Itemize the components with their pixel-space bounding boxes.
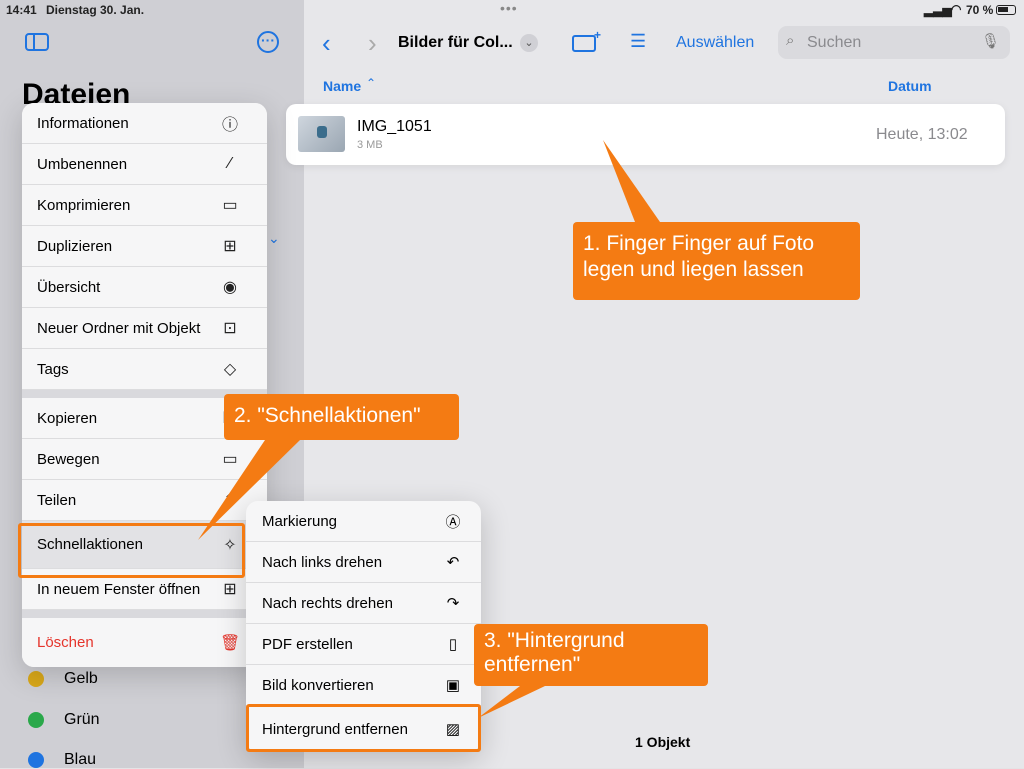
callout-step1: 1. Finger Finger auf Foto legen und lieg… [573,222,860,300]
highlight-hintergrund-entfernen [246,704,481,752]
highlight-schnellaktionen [18,523,245,578]
callout-step3: 3. "Hintergrund entfernen" [474,624,708,686]
callout-pointer-step1 [603,140,660,222]
callout-pointer-step3 [478,686,545,718]
callout-step2: 2. "Schnellaktionen" [224,394,459,440]
